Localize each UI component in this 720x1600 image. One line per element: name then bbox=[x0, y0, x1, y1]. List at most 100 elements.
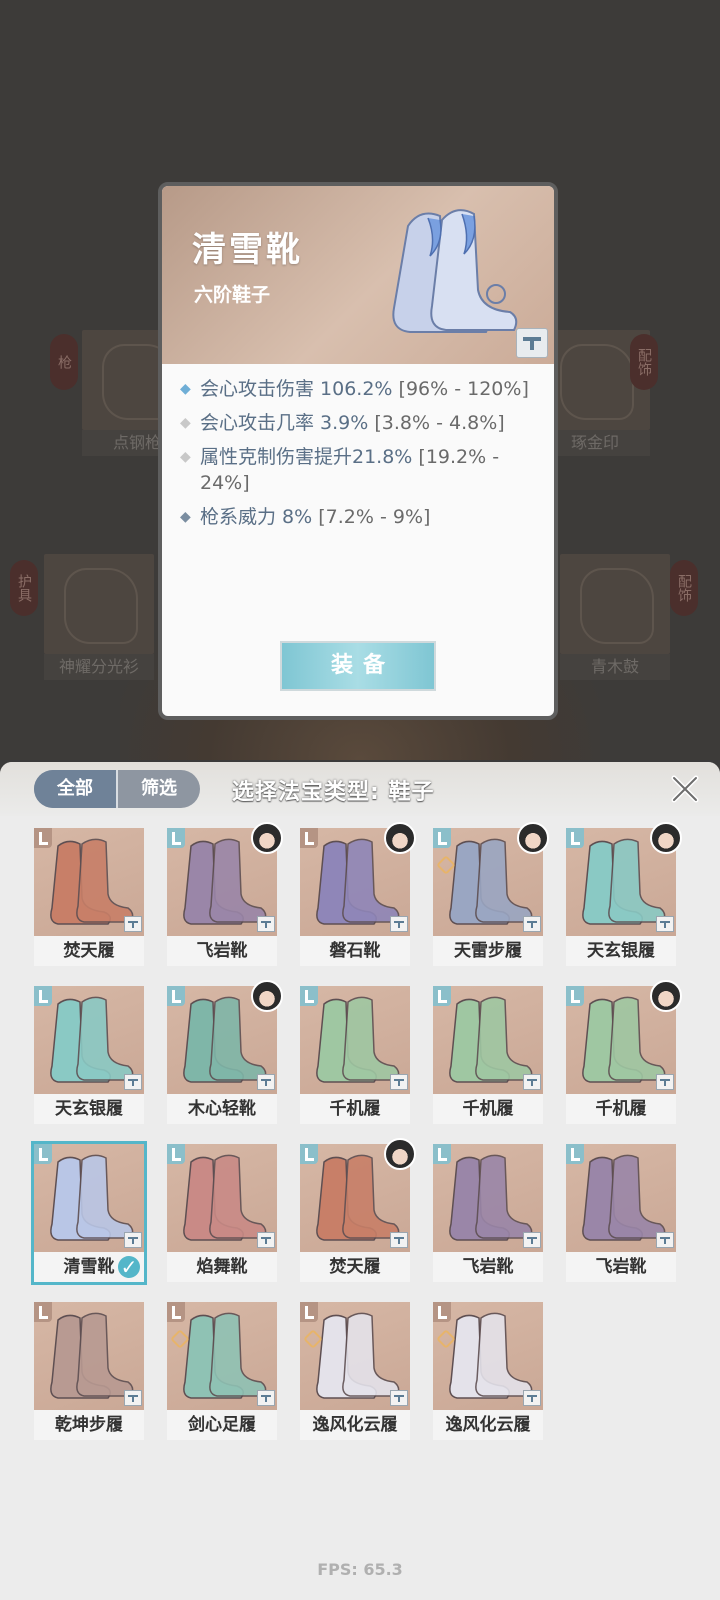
storage-box-icon bbox=[124, 1390, 142, 1406]
item-card-label: 千机履 bbox=[300, 1094, 410, 1124]
item-card-art bbox=[433, 1144, 543, 1252]
filter-segment: 全部 筛选 bbox=[34, 770, 200, 808]
item-card[interactable]: 乾坤步履 bbox=[34, 1302, 144, 1440]
boot-icon bbox=[316, 1312, 400, 1399]
item-card[interactable]: 飞岩靴 bbox=[566, 1144, 676, 1282]
item-card-label: 飞岩靴 bbox=[167, 936, 277, 966]
boot-type-icon bbox=[300, 986, 318, 1006]
boot-type-icon bbox=[167, 1302, 185, 1322]
item-card[interactable]: 剑心足履 bbox=[167, 1302, 277, 1440]
stat-value: 会心攻击几率 3.9% bbox=[200, 412, 369, 434]
item-card[interactable]: 焚天履 bbox=[34, 828, 144, 966]
boot-artwork-icon bbox=[392, 209, 518, 333]
boot-icon bbox=[582, 996, 666, 1083]
item-card-art bbox=[34, 828, 144, 936]
item-card-label: 天雷步履 bbox=[433, 936, 543, 966]
item-card-art bbox=[433, 1302, 543, 1410]
storage-box-icon bbox=[257, 1232, 275, 1248]
item-card[interactable]: 千机履 bbox=[566, 980, 682, 1124]
equipped-by-avatar bbox=[251, 822, 283, 854]
storage-box-icon bbox=[390, 1074, 408, 1090]
stat-diamond-icon: ◆ bbox=[180, 381, 191, 397]
equip-button[interactable]: 装备 bbox=[280, 641, 436, 691]
item-card-art bbox=[167, 1144, 277, 1252]
item-card-label: 天玄银履 bbox=[34, 1094, 144, 1124]
boot-icon bbox=[316, 838, 400, 925]
boot-type-icon bbox=[300, 828, 318, 848]
boot-icon bbox=[50, 996, 134, 1083]
item-card[interactable]: 磐石靴 bbox=[300, 822, 416, 966]
item-card-label: 飞岩靴 bbox=[433, 1252, 543, 1282]
background-item-label: 神耀分光衫 bbox=[44, 654, 154, 680]
background-item-tag: 配饰 bbox=[670, 560, 698, 616]
boot-icon bbox=[449, 1154, 533, 1241]
fps-counter: FPS: 65.3 bbox=[317, 1560, 403, 1579]
background-item-art bbox=[560, 554, 670, 654]
item-card-art bbox=[433, 986, 543, 1094]
boot-icon bbox=[582, 838, 666, 925]
background-item-tag: 枪 bbox=[50, 334, 78, 390]
boot-icon bbox=[183, 996, 267, 1083]
equipped-by-avatar bbox=[650, 822, 682, 854]
close-icon[interactable] bbox=[668, 772, 702, 806]
item-card[interactable]: 焚天履 bbox=[300, 1138, 416, 1282]
tab-filter[interactable]: 筛选 bbox=[118, 770, 200, 808]
boot-icon bbox=[50, 1312, 134, 1399]
boot-type-icon bbox=[34, 1302, 52, 1322]
item-card-label: 乾坤步履 bbox=[34, 1410, 144, 1440]
item-title: 清雪靴 bbox=[192, 230, 303, 270]
boot-type-icon bbox=[433, 986, 451, 1006]
item-card[interactable]: 飞岩靴 bbox=[167, 822, 283, 966]
storage-box-icon bbox=[523, 1232, 541, 1248]
item-card[interactable]: 天雷步履 bbox=[433, 822, 549, 966]
item-card[interactable]: 逸风化云履 bbox=[300, 1302, 410, 1440]
boot-type-icon bbox=[300, 1144, 318, 1164]
item-card-label: 焚天履 bbox=[300, 1252, 410, 1282]
item-card[interactable]: 天玄银履 bbox=[34, 986, 144, 1124]
item-card-art bbox=[300, 1302, 410, 1410]
storage-box-icon bbox=[656, 1074, 674, 1090]
storage-box-icon bbox=[257, 1390, 275, 1406]
item-card-art bbox=[566, 1144, 676, 1252]
storage-box-icon[interactable] bbox=[516, 328, 548, 358]
stat-value: 属性克制伤害提升21.8% bbox=[200, 446, 413, 468]
tab-all[interactable]: 全部 bbox=[34, 770, 118, 808]
equipped-by-avatar bbox=[384, 1138, 416, 1170]
item-card[interactable]: 千机履 bbox=[300, 986, 410, 1124]
item-card[interactable]: 逸风化云履 bbox=[433, 1302, 543, 1440]
stat-row: ◆ 会心攻击伤害 106.2% [96% - 120%] bbox=[180, 376, 540, 402]
item-card[interactable]: 飞岩靴 bbox=[433, 1144, 543, 1282]
item-card-art bbox=[167, 1302, 277, 1410]
boot-type-icon bbox=[566, 828, 584, 848]
storage-box-icon bbox=[390, 1390, 408, 1406]
item-card-art bbox=[300, 986, 410, 1094]
boot-icon bbox=[50, 838, 134, 925]
item-card-label: 飞岩靴 bbox=[566, 1252, 676, 1282]
item-card-label: 焰舞靴 bbox=[167, 1252, 277, 1282]
item-card[interactable]: 焰舞靴 bbox=[167, 1144, 277, 1282]
item-stats: ◆ 会心攻击伤害 106.2% [96% - 120%] ◆ 会心攻击几率 3.… bbox=[180, 376, 540, 538]
item-selection-panel: 全部 筛选 选择法宝类型: 鞋子 焚天履 飞岩靴 磐石靴 天雷步履 天玄银履 天玄银履 木心… bbox=[0, 762, 720, 1600]
storage-box-icon bbox=[390, 916, 408, 932]
item-card-label: 逸风化云履 bbox=[300, 1410, 410, 1440]
stat-row: ◆ 属性克制伤害提升21.8% [19.2% - 24%] bbox=[180, 444, 540, 496]
panel-title: 选择法宝类型: 鞋子 bbox=[232, 780, 435, 805]
item-card[interactable]: 木心轻靴 bbox=[167, 980, 283, 1124]
stat-value: 会心攻击伤害 106.2% bbox=[200, 378, 393, 400]
boot-type-icon bbox=[167, 1144, 185, 1164]
boot-type-icon bbox=[34, 986, 52, 1006]
boot-icon bbox=[582, 1154, 666, 1241]
equipped-by-avatar bbox=[384, 822, 416, 854]
background-item: 青木鼓 bbox=[560, 554, 670, 684]
storage-box-icon bbox=[523, 1074, 541, 1090]
boot-type-icon bbox=[300, 1302, 318, 1322]
item-card[interactable]: 千机履 bbox=[433, 986, 543, 1124]
storage-box-icon bbox=[656, 1232, 674, 1248]
stat-range: [3.8% - 4.8%] bbox=[374, 412, 505, 434]
item-card-art bbox=[34, 1302, 144, 1410]
equipped-by-avatar bbox=[517, 822, 549, 854]
item-card[interactable]: 清雪靴 ✓ bbox=[31, 1141, 147, 1285]
item-card[interactable]: 天玄银履 bbox=[566, 822, 682, 966]
boot-type-icon bbox=[34, 1144, 52, 1164]
boot-icon bbox=[449, 996, 533, 1083]
